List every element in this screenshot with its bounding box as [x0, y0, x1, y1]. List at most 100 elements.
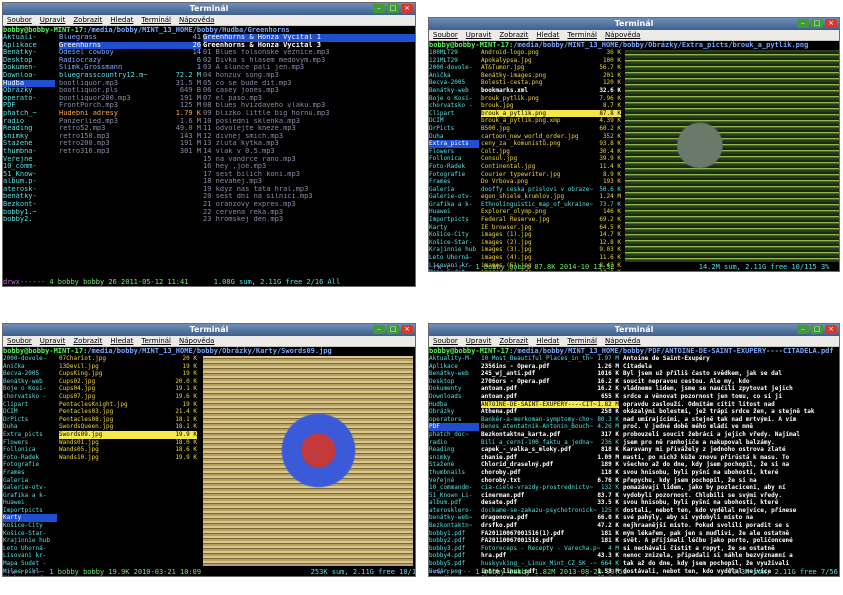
parent-dir-item[interactable]: Aplikace: [3, 42, 55, 50]
file-list-item[interactable]: 43.3 K hra.pdf: [481, 552, 619, 560]
menu-upravit[interactable]: Upravit: [40, 15, 66, 25]
file-list-item[interactable]: 69.2 K Federal Reserve.jpg: [481, 216, 621, 224]
menu-napoveda[interactable]: Nápověda: [179, 336, 214, 346]
file-list-item[interactable]: 32.6 K bookmarks.xml: [481, 87, 621, 95]
parent-dir-item[interactable]: Mapa Sudet -: [3, 560, 57, 568]
menu-upravit[interactable]: Upravit: [466, 336, 492, 346]
file-list-item[interactable]: 73.7 K Ethnolinguistic_map_of_ukraine~: [481, 201, 621, 209]
parent-dir-item[interactable]: Reading: [3, 125, 55, 133]
preview-item[interactable]: Greenhorns & Honza Vycital 3: [203, 42, 415, 50]
minimize-icon[interactable]: –: [373, 4, 385, 13]
file-list-item[interactable]: 47.2 K drsfko.pdf: [481, 522, 619, 530]
parent-dir-item[interactable]: thumbnails: [429, 469, 479, 477]
preview-item[interactable]: 02 Divka s hlasem medovym.mp3: [203, 57, 415, 65]
parent-dir-item[interactable]: Galerie-otv-: [3, 484, 57, 492]
file-list-item[interactable]: 19.9 K Swords09.jpg: [59, 430, 197, 439]
maximize-icon[interactable]: □: [811, 19, 823, 28]
preview-item[interactable]: 18 nevahej.mp3: [203, 178, 415, 186]
menu-soubor[interactable]: Soubor: [7, 15, 32, 25]
menu-hledat[interactable]: Hledat: [110, 336, 133, 346]
file-list-item[interactable]: 41 Bluegrass: [59, 34, 201, 42]
file-list-item[interactable]: 201 K Benátky-images.png: [481, 72, 621, 80]
file-list-item[interactable]: 19 K 13Devil.jpg: [59, 363, 197, 371]
close-icon[interactable]: ×: [825, 19, 837, 28]
parent-dir-item[interactable]: Downloads: [429, 393, 479, 401]
parent-dir-item[interactable]: Benátky-web: [3, 378, 57, 386]
parent-dir-item[interactable]: aterosk-: [3, 186, 55, 194]
title-bar[interactable]: Terminál – □ ×: [429, 18, 839, 30]
parent-dir-item[interactable]: 10_comm-: [3, 163, 55, 171]
parent-dir-item[interactable]: Flowers: [3, 439, 57, 447]
file-list-item[interactable]: 1.24 M egon_shiele_krumlov.jpg: [481, 193, 621, 201]
parent-dir-item[interactable]: Frames: [3, 469, 57, 477]
menu-upravit[interactable]: Upravit: [466, 30, 492, 40]
file-list-item[interactable]: 7.96 K brouk_pytlik.png: [481, 95, 621, 103]
parent-dir-item[interactable]: Karty: [3, 514, 57, 523]
parent-dir-item[interactable]: Košice-City: [429, 231, 479, 239]
parent-dir-item[interactable]: Desktop: [3, 57, 55, 65]
file-list-item[interactable]: 191 M retro200.mp3: [59, 140, 201, 148]
parent-dir-item[interactable]: Benátky-: [3, 49, 55, 57]
preview-item[interactable]: 11 odvolejte kneze.mp3: [203, 125, 415, 133]
parent-dir-item[interactable]: chorvatsko -: [3, 393, 57, 401]
parent-dir-item[interactable]: 10_commandm-: [429, 484, 479, 492]
parent-dir-item[interactable]: Košice-Star-: [429, 239, 479, 247]
preview-item[interactable]: 19 kdyz nas tata hral.mp3: [203, 186, 415, 194]
file-list-item[interactable]: 181 K FA20110067001516(1).pdf: [481, 530, 619, 538]
file-list-item[interactable]: 649 B bootliquor.pls: [59, 87, 201, 95]
title-bar[interactable]: Terminál – □ ×: [3, 3, 415, 15]
menu-soubor[interactable]: Soubor: [7, 336, 32, 346]
parent-dir-item[interactable]: Krajinnie hub: [3, 537, 57, 545]
file-list-item[interactable]: 72.2 M bluegrasscountry12.m~: [59, 72, 201, 80]
parent-dir-item[interactable]: Duha: [3, 423, 57, 431]
file-list-item[interactable]: 19.6 K Cups07.jpg: [59, 393, 197, 401]
title-bar[interactable]: Terminál – □ ×: [3, 324, 415, 336]
parent-dir-item[interactable]: bobby3.pdf: [429, 545, 479, 553]
parent-dir-item[interactable]: Becva-2005: [3, 370, 57, 378]
parent-dir-item[interactable]: Downloa-: [3, 72, 55, 80]
parent-dir-item[interactable]: Grafika a k-: [3, 492, 57, 500]
parent-dir-item[interactable]: Dokumen-: [3, 64, 55, 72]
parent-dir-item[interactable]: Frames: [429, 178, 479, 186]
parent-dir-item[interactable]: Anička: [429, 72, 479, 80]
menu-terminal[interactable]: Terminál: [141, 336, 171, 346]
menu-terminal[interactable]: Terminál: [141, 15, 171, 25]
preview-item[interactable]: 21 oranzovy expres.mp3: [203, 201, 415, 209]
preview-item[interactable]: 15 na vandrce rano.mp3: [203, 156, 415, 164]
minimize-icon[interactable]: –: [797, 325, 809, 334]
file-list-item[interactable]: 20 K 07Chariot.jpg: [59, 355, 197, 363]
parent-dir-item[interactable]: Obrázky: [3, 87, 55, 95]
file-list-item[interactable]: 60.2 K B500.jpg: [481, 125, 621, 133]
file-list-item[interactable]: 4 M Fotoreceps - Recepty - Varecha.p~: [481, 545, 619, 553]
menu-zobrazit[interactable]: Zobrazit: [73, 336, 102, 346]
file-list-item[interactable]: 1.09 M chanie.pdf: [481, 454, 619, 462]
preview-item[interactable]: 06 casey jones.mp3: [203, 87, 415, 95]
file-list-item[interactable]: 181 K FA20110067001516.pdf: [481, 537, 619, 545]
file-list-item[interactable]: 12.8 K images (2).jpg: [481, 239, 621, 247]
parent-dir-item[interactable]: Clipart: [3, 401, 57, 409]
file-list-item[interactable]: 18.1 K Pentacles08.jpg: [59, 416, 197, 424]
parent-dir-item[interactable]: aterosklero-: [429, 507, 479, 515]
file-list-item[interactable]: 258 K Athena.pdf: [481, 408, 619, 416]
parent-dir-item[interactable]: Extra_picts: [3, 431, 57, 439]
parent-dir-item[interactable]: Aktuali-: [3, 34, 55, 42]
menu-terminal[interactable]: Terminál: [567, 336, 597, 346]
parent-dir-item[interactable]: Aplikace: [429, 363, 479, 371]
parent-dir-item[interactable]: Huawei: [429, 208, 479, 216]
parent-dir-item[interactable]: DCIM: [429, 117, 479, 125]
parent-dir-item[interactable]: radio: [429, 439, 479, 447]
parent-dir-item[interactable]: Fotografie: [429, 171, 479, 179]
parent-dir-item[interactable]: Karty: [429, 224, 479, 232]
parent-dir-item[interactable]: bobby1.pdf: [429, 530, 479, 538]
terminal-area[interactable]: bobby@bobby-MINT-17:/media/bobby/MINT_13…: [429, 41, 839, 271]
parent-dir-item[interactable]: Clipart: [429, 110, 479, 118]
parent-dir-item[interactable]: Importpicts: [429, 216, 479, 224]
file-list-item[interactable]: 191 M bootliquor200.mp3: [59, 95, 201, 103]
parent-dir-item[interactable]: operato-: [3, 95, 55, 103]
file-list-item[interactable]: 36 K Android-logo.png: [481, 49, 621, 57]
file-list-item[interactable]: 1.79 K Hudební adresy: [59, 110, 201, 118]
parent-dir-item[interactable]: Boje o Kosi-: [3, 385, 57, 393]
menu-soubor[interactable]: Soubor: [433, 30, 458, 40]
file-list-item[interactable]: 19 K CupsKing.jpg: [59, 370, 197, 378]
parent-dir-item[interactable]: Extra_picts: [429, 140, 479, 148]
